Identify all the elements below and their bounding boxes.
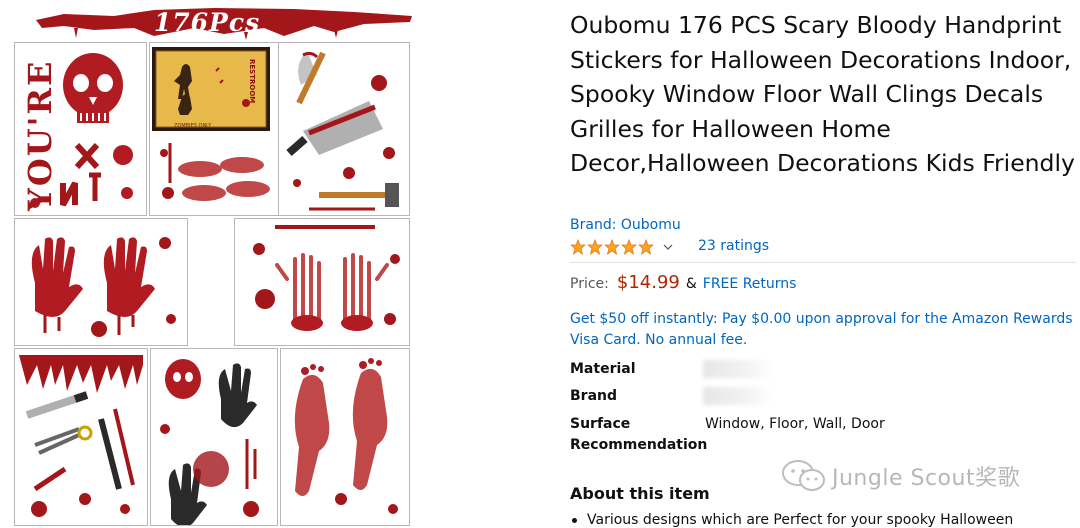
watermark-text: Jungle Scout奖歌 <box>832 466 1021 491</box>
attr-label-surface: Surface Recommendation <box>570 416 708 453</box>
youre-text: YOU'RE <box>21 59 59 211</box>
star-rating[interactable] <box>570 239 655 255</box>
sticker-panel-drips-tools <box>14 348 148 526</box>
banner-text: 176Pcs <box>153 8 261 37</box>
zombies-only-text: ZOMBIES ONLY <box>174 123 212 129</box>
star-icon <box>621 239 637 255</box>
bullet-text: Various designs which are Perfect for yo… <box>587 512 1014 528</box>
bullet-dot <box>572 517 577 523</box>
rewards-card-offer-link[interactable]: Get $50 off instantly: Pay $0.00 upon ap… <box>570 309 1076 351</box>
brand-link[interactable]: Brand: Oubomu <box>570 217 681 233</box>
wechat-icon <box>782 460 825 491</box>
sticker-panel-skull-text: YOU'RE <box>14 42 147 216</box>
sticker-panel-weapons <box>278 42 410 216</box>
price-value: $14.99 <box>616 272 680 293</box>
star-icon <box>638 239 654 255</box>
about-this-item-heading: About this item <box>570 484 710 503</box>
star-icon <box>570 239 586 255</box>
sticker-panel-skeleton-hands <box>234 218 410 346</box>
price-row: Price: $14.99 & FREE Returns <box>570 272 796 302</box>
free-returns-link[interactable]: FREE Returns <box>703 276 797 292</box>
sticker-panel-footprints <box>280 348 410 526</box>
star-icon <box>587 239 603 255</box>
product-image[interactable]: 176Pcs YOU'RE RESTROOM ZOMBIES ONLY <box>12 4 412 526</box>
product-title: Oubomu 176 PCS Scary Bloody Handprint St… <box>570 11 1075 178</box>
restroom-sign-text: RESTROOM <box>248 59 256 104</box>
star-icon <box>604 239 620 255</box>
sticker-panel-handprints <box>14 218 188 346</box>
attr-label-material: Material <box>570 361 636 377</box>
material-value-blurred <box>703 360 773 378</box>
price-label: Price: <box>570 276 609 292</box>
sticker-panel-skull-hands <box>150 348 278 526</box>
ampersand: & <box>685 276 697 292</box>
sticker-panel-restroom: RESTROOM ZOMBIES ONLY <box>149 42 282 216</box>
rating-stars[interactable] <box>570 237 673 257</box>
chevron-down-icon[interactable] <box>663 242 673 252</box>
brand-value-blurred <box>703 387 773 405</box>
attr-value-surface: Window, Floor, Wall, Door <box>705 416 885 432</box>
attr-label-brand: Brand <box>570 388 618 404</box>
divider <box>570 262 1076 263</box>
list-item: Various designs which are Perfect for yo… <box>572 512 1013 528</box>
ratings-count-link[interactable]: 23 ratings <box>698 238 769 254</box>
watermark: Jungle Scout奖歌 <box>780 458 1020 494</box>
